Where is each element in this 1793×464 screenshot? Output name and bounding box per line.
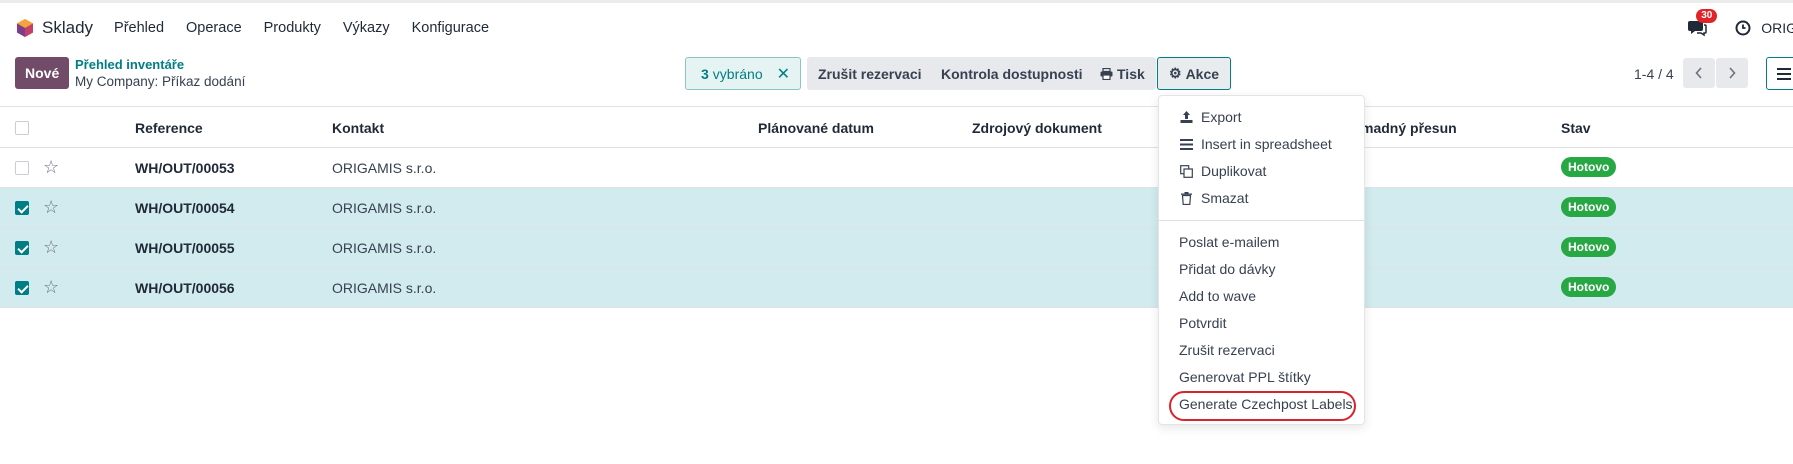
column-reference[interactable]: Reference [135,120,203,136]
print-icon [1100,67,1113,80]
column-contact[interactable]: Kontakt [332,120,384,136]
row-contact: ORIGAMIS s.r.o. [332,280,437,296]
row-contact: ORIGAMIS s.r.o. [332,200,437,216]
table-row[interactable]: ☆ WH/OUT/00055 ORIGAMIS s.r.o. Hotovo [0,228,1793,268]
status-badge: Hotovo [1561,157,1617,177]
actions-button[interactable]: ⚙ Akce [1157,57,1232,90]
row-checkbox[interactable] [15,161,29,175]
menu-item-cancel-reservation[interactable]: Zrušit rezervaci [1179,342,1275,358]
menu-operace[interactable]: Operace [175,20,253,36]
pager-next-button[interactable] [1716,58,1748,88]
nav-menu: Přehled Operace Produkty Výkazy Konfigur… [103,20,500,36]
new-button[interactable]: Nové [15,57,70,89]
row-checkbox[interactable] [15,241,29,255]
app-logo-icon [17,18,33,37]
column-scheduled-date[interactable]: Plánované datum [758,120,874,136]
menu-vykazy[interactable]: Výkazy [332,20,401,36]
app-name[interactable]: Sklady [42,18,93,38]
messages-count-badge: 30 [1696,8,1718,23]
table-row[interactable]: ☆ WH/OUT/00054 ORIGAMIS s.r.o. Hotovo [0,188,1793,228]
control-panel: Nové Přehled inventáře My Company: Příka… [0,52,1793,107]
breadcrumb-parent-link[interactable]: Přehled inventáře [75,57,184,72]
select-all-checkbox[interactable] [15,121,29,135]
company-switcher[interactable]: ORIG [1761,20,1793,36]
actions-label: Akce [1185,65,1220,82]
column-status[interactable]: Stav [1561,120,1591,136]
menu-item-add-to-batch[interactable]: Přidat do dávky [1179,261,1276,277]
messages-button[interactable]: 30 [1685,8,1718,40]
print-button[interactable]: Tisk [1089,57,1156,90]
menu-item-insert-spreadsheet[interactable]: Insert in spreadsheet [1179,136,1332,152]
records-table: Reference Kontakt Plánované datum Zdrojo… [0,108,1793,308]
systray: 30 ORIG [1685,3,1793,52]
menu-item-export[interactable]: Export [1179,109,1241,125]
table-header: Reference Kontakt Plánované datum Zdrojo… [0,108,1793,148]
star-icon[interactable]: ☆ [43,158,59,176]
menu-item-label: Insert in spreadsheet [1201,136,1332,152]
column-backorder[interactable]: madný přesun [1361,120,1457,136]
highlight-annotation [1169,391,1356,421]
row-reference: WH/OUT/00056 [135,280,235,296]
row-reference: WH/OUT/00054 [135,200,235,216]
menu-item-label: Export [1201,109,1242,125]
menu-konfigurace[interactable]: Konfigurace [401,20,500,36]
row-reference: WH/OUT/00053 [135,160,235,176]
print-label: Tisk [1117,65,1145,82]
gear-icon: ⚙ [1169,65,1182,81]
trash-icon [1179,191,1193,205]
menu-item-label: Duplikovat [1201,163,1267,179]
cancel-reservation-button[interactable]: Zrušit rezervaci [807,57,933,90]
chevron-left-icon [1695,67,1702,79]
menu-item-label: Smazat [1201,190,1249,206]
status-badge: Hotovo [1561,237,1617,257]
clear-selection-icon[interactable]: ✕ [777,64,790,84]
copy-icon [1179,164,1193,178]
row-contact: ORIGAMIS s.r.o. [332,160,437,176]
list-icon [1777,67,1791,80]
pager-value[interactable]: 1-4 / 4 [1634,66,1674,82]
brand[interactable]: Sklady [15,18,93,38]
table-row[interactable]: ☆ WH/OUT/00056 ORIGAMIS s.r.o. Hotovo [0,268,1793,308]
selection-indicator: 3 vybráno ✕ [685,57,801,90]
selection-count: 3 [701,65,709,82]
main-navbar: Sklady Přehled Operace Produkty Výkazy K… [0,0,1793,52]
star-icon[interactable]: ☆ [43,238,59,256]
list-view-button[interactable] [1766,57,1793,90]
menu-prehled[interactable]: Přehled [103,20,175,36]
list-icon [1179,137,1193,151]
activities-button[interactable] [1731,16,1755,40]
clock-icon [1735,20,1751,35]
row-checkbox[interactable] [15,201,29,215]
actions-dropdown-menu: Export Insert in spreadsheet Duplikovat … [1158,95,1365,425]
row-reference: WH/OUT/00055 [135,240,235,256]
menu-item-generate-ppl-labels[interactable]: Generovat PPL štítky [1179,369,1311,385]
breadcrumb-current: My Company: Příkaz dodání [75,74,246,89]
pager-previous-button[interactable] [1683,58,1715,88]
menu-produkty[interactable]: Produkty [253,20,332,36]
upload-icon [1179,110,1193,124]
menu-item-duplicate[interactable]: Duplikovat [1179,163,1266,179]
chevron-right-icon [1729,67,1736,79]
menu-item-send-email[interactable]: Poslat e-mailem [1179,234,1279,250]
menu-item-confirm[interactable]: Potvrdit [1179,315,1226,331]
selection-label: vybráno [712,65,763,82]
row-contact: ORIGAMIS s.r.o. [332,240,437,256]
status-badge: Hotovo [1561,197,1617,217]
row-checkbox[interactable] [15,281,29,295]
menu-divider [1159,220,1364,221]
menu-item-add-to-wave[interactable]: Add to wave [1179,288,1256,304]
column-source-document[interactable]: Zdrojový dokument [972,120,1102,136]
star-icon[interactable]: ☆ [43,198,59,216]
status-badge: Hotovo [1561,277,1617,297]
menu-item-delete[interactable]: Smazat [1179,190,1248,206]
table-row[interactable]: ☆ WH/OUT/00053 ORIGAMIS s.r.o. Hotovo [0,148,1793,188]
star-icon[interactable]: ☆ [43,278,59,296]
check-availability-button[interactable]: Kontrola dostupnosti [930,57,1094,90]
